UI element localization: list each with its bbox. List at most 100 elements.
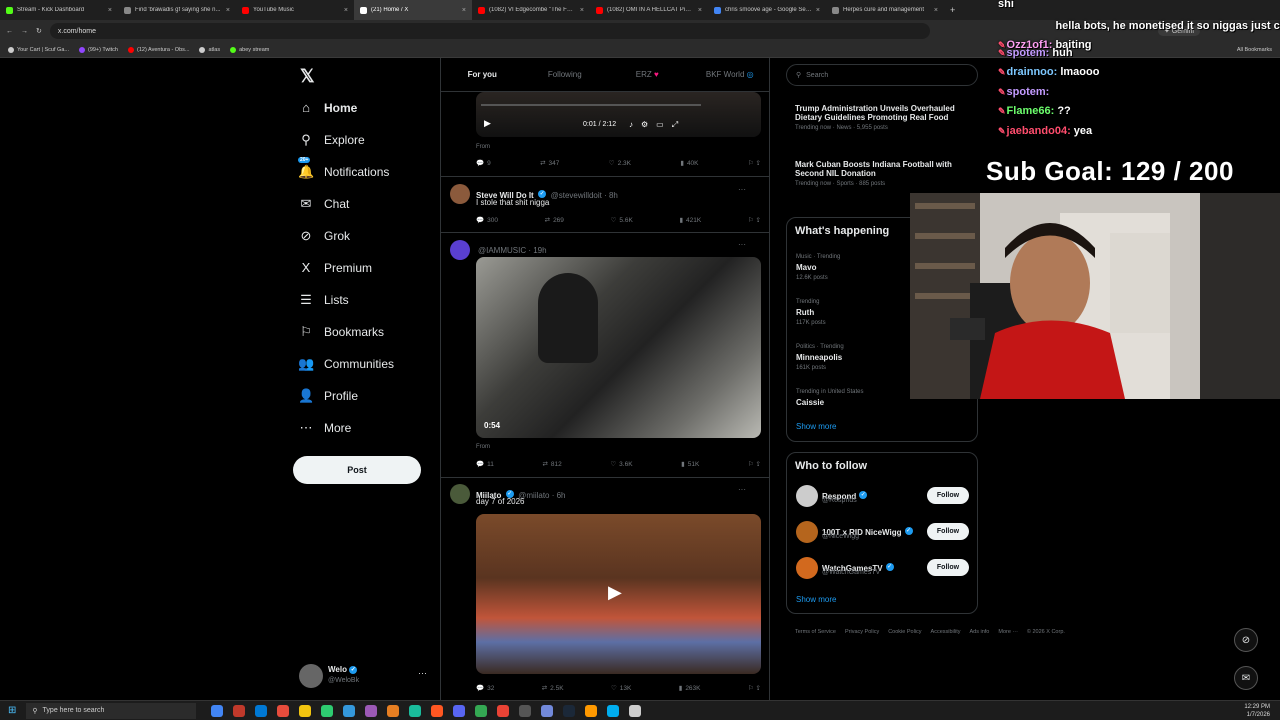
footer-link[interactable]: Accessibility xyxy=(931,629,961,635)
follow-button[interactable]: Follow xyxy=(927,487,969,504)
follow-button[interactable]: Follow xyxy=(927,523,969,540)
like-button[interactable]: ♡ 2.3K xyxy=(609,159,631,168)
post-button[interactable]: Post xyxy=(293,456,421,484)
bookmark-item[interactable]: (99+) Twitch xyxy=(78,46,118,53)
footer-link[interactable]: Cookie Policy xyxy=(888,629,921,635)
avatar[interactable] xyxy=(796,557,818,579)
bookmark-item[interactable]: abey stream xyxy=(230,46,269,53)
taskbar-app-icon[interactable] xyxy=(497,704,510,717)
sidebar-item-lists[interactable]: ☰ Lists xyxy=(298,292,349,308)
search-input[interactable]: ⚲ Search xyxy=(786,64,978,86)
sidebar-item-bookmarks[interactable]: ⚐ Bookmarks xyxy=(298,324,384,340)
play-icon[interactable]: ▶ xyxy=(484,118,491,129)
taskbar-app-icon[interactable] xyxy=(475,704,488,717)
tab-close-icon[interactable]: × xyxy=(816,7,820,14)
avatar[interactable] xyxy=(796,521,818,543)
like-button[interactable]: ♡ 5.6K xyxy=(611,216,633,225)
taskbar-app-icon[interactable] xyxy=(409,704,422,717)
browser-tab[interactable]: (21) Home / X × xyxy=(354,0,472,20)
views-button[interactable]: ▮ 263K xyxy=(679,684,701,693)
taskbar-app-icon[interactable] xyxy=(365,704,378,717)
news-item[interactable]: Trump Administration Unveils Overhauled … xyxy=(795,104,965,131)
tab-close-icon[interactable]: × xyxy=(462,7,466,14)
post-video[interactable]: ▶ xyxy=(476,514,761,674)
footer-link[interactable]: More ··· xyxy=(998,629,1018,635)
footer-link[interactable]: Terms of Service xyxy=(795,629,836,635)
reply-button[interactable]: 💬 300 xyxy=(476,216,498,225)
browser-tab[interactable]: Find 'brawadis gf saying she n... × xyxy=(118,0,236,20)
taskbar-search-input[interactable]: ⚲ Type here to search xyxy=(26,702,197,719)
sidebar-item-home[interactable]: ⌂ Home xyxy=(298,100,357,115)
feed-post[interactable]: ▶ 0:01 / 2:12 ♪⚙▭⤢ From 💬 9 ⇄ 347 ♡ 2.3K ▮ 4… xyxy=(441,92,769,177)
sidebar-item-explore[interactable]: ⚲ Explore xyxy=(298,132,364,148)
browser-tab[interactable]: YouTube Music × xyxy=(236,0,354,20)
messages-fab-icon[interactable]: ✉ xyxy=(1234,666,1258,690)
taskbar-app-icon[interactable] xyxy=(321,704,334,717)
sidebar-item-profile[interactable]: 👤 Profile xyxy=(298,388,358,404)
sidebar-item-grok[interactable]: ⊘ Grok xyxy=(298,228,350,244)
show-more-trends[interactable]: Show more xyxy=(796,422,836,431)
address-bar[interactable]: x.com/home xyxy=(49,23,930,39)
taskbar-app-icon[interactable] xyxy=(343,704,356,717)
tab-following[interactable]: Following xyxy=(524,70,607,79)
taskbar-app-icon[interactable] xyxy=(541,704,554,717)
bookmark-button[interactable]: ⚐ ⇪ xyxy=(748,684,761,692)
taskbar-clock[interactable]: 12:29 PM 1/7/2026 xyxy=(1244,703,1270,719)
post-video[interactable]: 0:54 xyxy=(476,257,761,438)
reply-button[interactable]: 💬 11 xyxy=(476,460,494,469)
bookmark-button[interactable]: ⚐ ⇪ xyxy=(748,159,761,167)
taskbar-app-icon[interactable] xyxy=(607,704,620,717)
tab-close-icon[interactable]: × xyxy=(226,7,230,14)
views-button[interactable]: ▮ 40K xyxy=(680,159,698,168)
trend-item[interactable]: Trending in United States Caissie xyxy=(796,389,863,407)
forward-icon[interactable]: → xyxy=(21,28,28,35)
taskbar-app-icon[interactable] xyxy=(563,704,576,717)
author-handle[interactable]: @stevewilldoit · 8h xyxy=(551,191,618,200)
like-button[interactable]: ♡ 13K xyxy=(611,684,631,693)
browser-tab[interactable]: Stream - Kick Dashboard × xyxy=(0,0,118,20)
taskbar-app-icon[interactable] xyxy=(211,704,224,717)
views-button[interactable]: ▮ 51K xyxy=(681,460,699,469)
tab-close-icon[interactable]: × xyxy=(108,7,112,14)
reply-button[interactable]: 💬 9 xyxy=(476,159,491,168)
back-icon[interactable]: ← xyxy=(6,28,13,35)
follow-button[interactable]: Follow xyxy=(927,559,969,576)
taskbar-app-icon[interactable] xyxy=(629,704,642,717)
video-progress-bar[interactable] xyxy=(481,104,701,106)
account-name[interactable]: Welo ✓ xyxy=(328,665,358,674)
avatar[interactable] xyxy=(450,240,470,260)
post-more-icon[interactable]: ··· xyxy=(738,485,746,494)
taskbar-app-icon[interactable] xyxy=(453,704,466,717)
taskbar-app-icon[interactable] xyxy=(431,704,444,717)
browser-tab[interactable]: (1082) OMI IN A HELLCAT Pisan... × xyxy=(590,0,708,20)
sidebar-item-chat[interactable]: ✉ Chat xyxy=(298,196,350,212)
tab-close-icon[interactable]: × xyxy=(580,7,584,14)
taskbar-app-icon[interactable] xyxy=(585,704,598,717)
play-icon[interactable]: ▶ xyxy=(608,582,622,603)
video-controls-icons[interactable]: ♪⚙▭⤢ xyxy=(629,120,686,130)
grok-fab-icon[interactable]: ⊘ xyxy=(1234,628,1258,652)
repost-button[interactable]: ⇄ 269 xyxy=(545,216,564,225)
feed-post[interactable]: Miilato ✓ @miilato · 6h ··· day 7 of 202… xyxy=(441,478,769,700)
footer-link[interactable]: Ads info xyxy=(969,629,989,635)
trend-item[interactable]: Music · Trending Mavo 12.6K posts xyxy=(796,254,840,281)
tab-close-icon[interactable]: × xyxy=(344,7,348,14)
tab-close-icon[interactable]: × xyxy=(698,7,702,14)
taskbar-app-icon[interactable] xyxy=(519,704,532,717)
avatar[interactable] xyxy=(450,184,470,204)
reload-icon[interactable]: ↻ xyxy=(36,27,42,35)
browser-tab[interactable]: Herpes cure and management × xyxy=(826,0,944,20)
browser-tab[interactable]: chris smoove age - Google Sea... × xyxy=(708,0,826,20)
reply-button[interactable]: 💬 32 xyxy=(476,684,494,693)
repost-button[interactable]: ⇄ 812 xyxy=(542,460,561,469)
feed-post[interactable]: Steve Will Do It ✓ @stevewilldoit · 8h ·… xyxy=(441,177,769,233)
repost-button[interactable]: ⇄ 2.5K xyxy=(542,684,564,693)
avatar[interactable] xyxy=(796,485,818,507)
views-button[interactable]: ▮ 421K xyxy=(679,216,701,225)
author-handle[interactable]: @miilato · 6h xyxy=(518,491,565,500)
sidebar-item-communities[interactable]: 👥 Communities xyxy=(298,356,394,372)
bookmark-button[interactable]: ⚐ ⇪ xyxy=(748,460,761,468)
x-logo[interactable]: 𝕏 xyxy=(300,66,315,87)
account-menu-icon[interactable]: ··· xyxy=(418,668,427,678)
show-more-follow[interactable]: Show more xyxy=(796,595,836,604)
